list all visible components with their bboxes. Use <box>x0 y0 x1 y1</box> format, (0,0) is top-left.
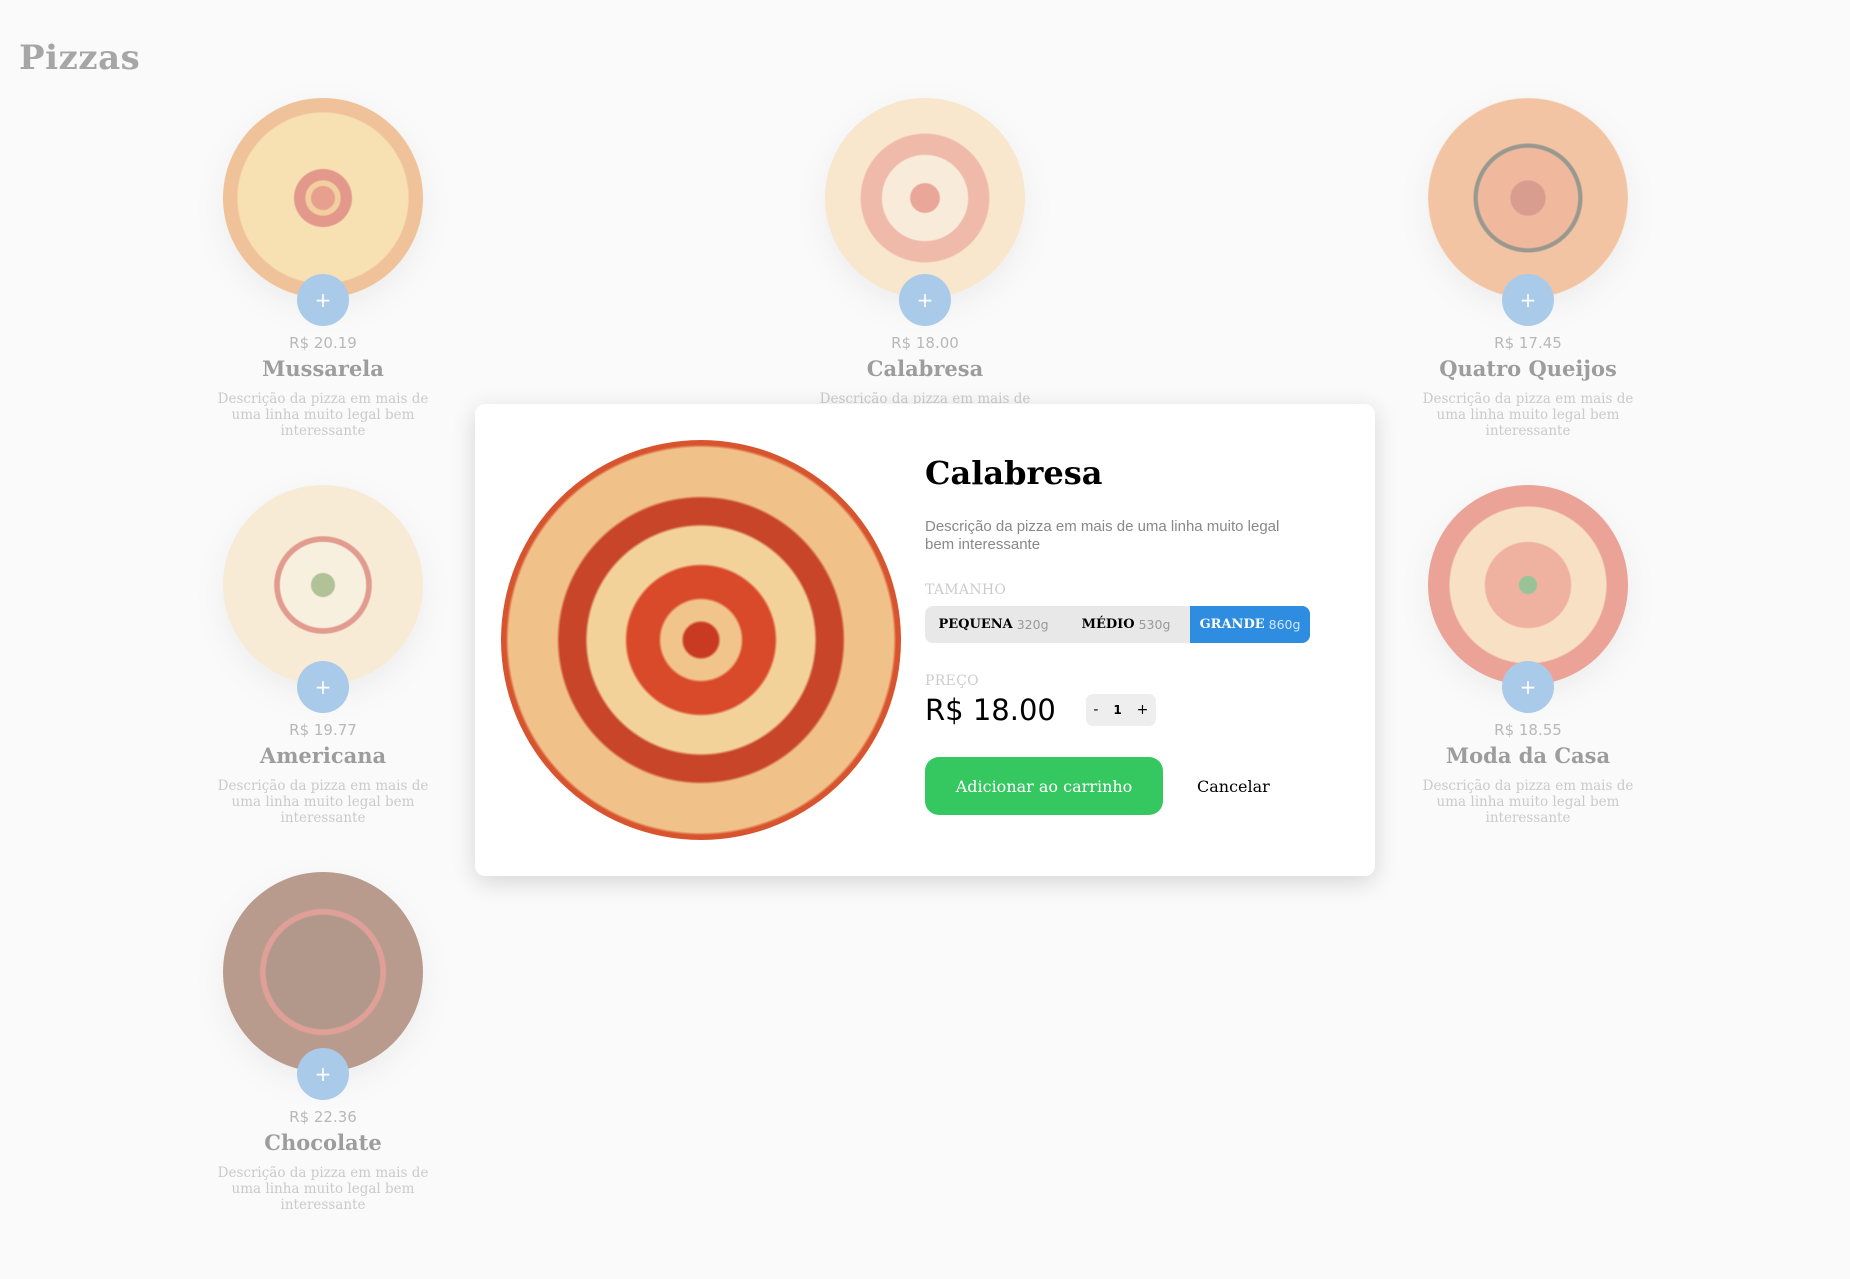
size-name: GRANDE <box>1199 617 1265 632</box>
modal-actions: Adicionar ao carrinho Cancelar <box>925 757 1345 815</box>
modal-pizza-image <box>501 440 901 840</box>
pizza-modal: Calabresa Descrição da pizza em mais de … <box>475 404 1375 876</box>
size-selector: PEQUENA 320g MÉDIO 530g GRANDE 860g <box>925 606 1310 643</box>
price-row: R$ 18.00 - 1 + <box>925 693 1345 727</box>
price-label: PREÇO <box>925 673 979 689</box>
quantity-minus-button[interactable]: - <box>1089 702 1102 718</box>
size-name: PEQUENA <box>938 617 1013 632</box>
modal-info: Calabresa Descrição da pizza em mais de … <box>925 454 1345 815</box>
size-weight: 860g <box>1268 617 1301 632</box>
size-option-medio[interactable]: MÉDIO 530g <box>1062 606 1190 643</box>
cancel-button[interactable]: Cancelar <box>1197 777 1270 796</box>
add-to-cart-button[interactable]: Adicionar ao carrinho <box>925 757 1163 815</box>
quantity-stepper: - 1 + <box>1085 694 1156 726</box>
modal-description: Descrição da pizza em mais de uma linha … <box>925 518 1280 553</box>
size-name: MÉDIO <box>1081 617 1135 632</box>
size-weight: 530g <box>1138 617 1171 632</box>
quantity-plus-button[interactable]: + <box>1133 702 1153 718</box>
modal-price: R$ 18.00 <box>925 693 1056 727</box>
size-label: TAMANHO <box>925 582 1007 598</box>
size-weight: 320g <box>1016 617 1049 632</box>
size-option-pequena[interactable]: PEQUENA 320g <box>925 606 1062 643</box>
size-option-grande[interactable]: GRANDE 860g <box>1190 606 1310 643</box>
quantity-value: 1 <box>1113 703 1122 717</box>
modal-title: Calabresa <box>925 454 1103 492</box>
